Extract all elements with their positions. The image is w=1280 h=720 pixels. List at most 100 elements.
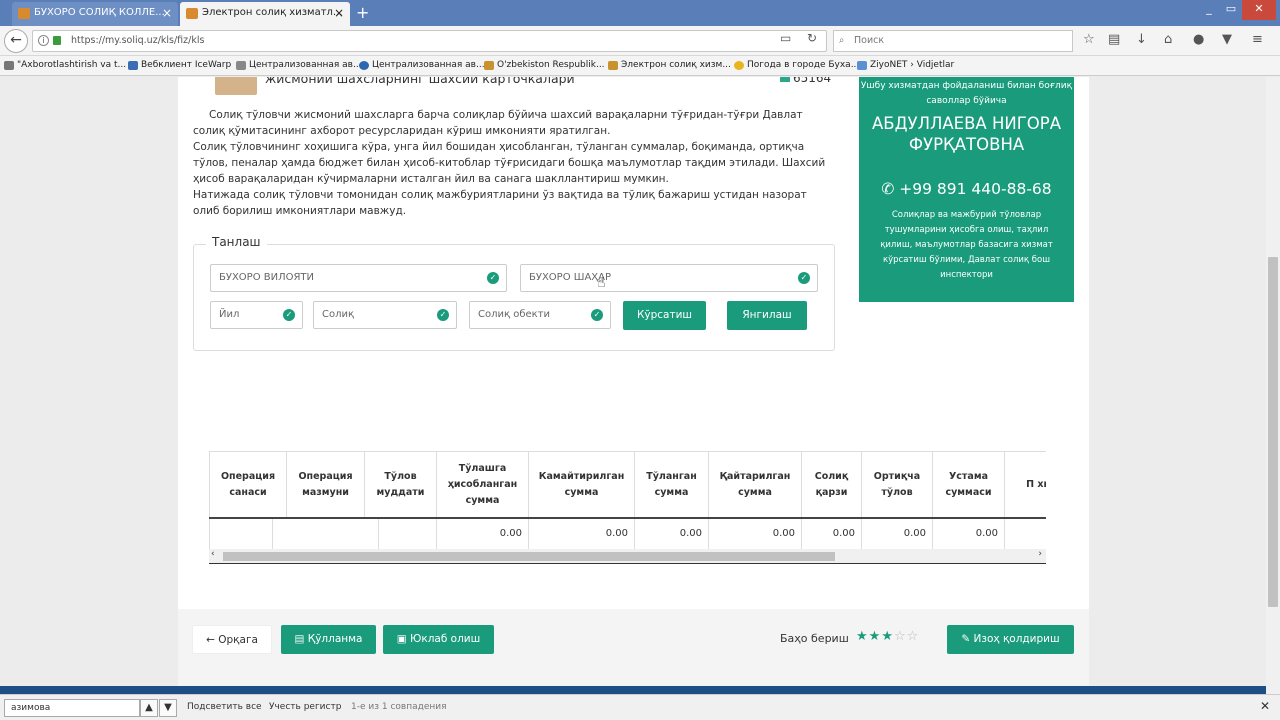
restore-icon[interactable]: ▭ bbox=[1220, 0, 1242, 20]
page-title: жисмонии шахсларнинг шахсий карточкалари bbox=[265, 77, 575, 86]
download-label: Юклаб олиш bbox=[410, 633, 481, 645]
scrollbar-thumb[interactable] bbox=[223, 552, 835, 561]
lock-icon bbox=[53, 36, 61, 45]
bookmark-item[interactable]: ZiyoNET › Vidjetlar bbox=[857, 56, 954, 75]
sun-icon bbox=[734, 61, 744, 70]
rate-label: Баҳо бериш bbox=[780, 632, 849, 645]
bookmark-item[interactable]: Электрон солиқ хизм... bbox=[608, 56, 731, 75]
tab-soliq-service[interactable]: Электрон солиқ хизматл... × bbox=[180, 2, 350, 26]
search-icon: ⌕ bbox=[839, 35, 845, 46]
table-header: Операция санаси bbox=[209, 451, 287, 517]
find-next-icon[interactable]: ▼ bbox=[159, 699, 177, 717]
manual-label: Қўлланма bbox=[307, 633, 363, 645]
contact-phone: ✆ +99 891 440-88-68 bbox=[881, 180, 1052, 198]
info-icon[interactable]: i bbox=[38, 35, 49, 46]
reader-view-icon[interactable]: ▭ bbox=[780, 31, 791, 45]
minimize-icon[interactable]: _ bbox=[1198, 0, 1220, 20]
close-find-icon[interactable]: ✕ bbox=[1260, 699, 1270, 713]
back-label: Орқага bbox=[218, 634, 258, 646]
scroll-right-icon[interactable]: › bbox=[1038, 549, 1042, 559]
leave-comment-button[interactable]: ✎ Изоҳ қолдириш bbox=[947, 625, 1074, 654]
back-arrow-icon[interactable]: ← bbox=[4, 29, 28, 53]
bookmarks-list-icon[interactable]: ▤ bbox=[1108, 32, 1120, 47]
bookmark-item[interactable]: Вебклиент IceWarp bbox=[128, 56, 231, 75]
bookmark-item[interactable]: Централизованная ав... bbox=[359, 56, 485, 75]
contact-name: АБДУЛЛАЕВА НИГОРА ФУРҚАТОВНА bbox=[872, 114, 1061, 154]
region-select[interactable]: БУХОРО ВИЛОЯТИ ✓ bbox=[210, 264, 507, 292]
match-case-toggle[interactable]: Учесть регистр bbox=[269, 702, 341, 712]
find-previous-icon[interactable]: ▲ bbox=[140, 699, 158, 717]
tab-title: БУХОРО СОЛИҚ КОЛЛЕ... bbox=[34, 7, 165, 18]
manual-button[interactable]: ▤ Қўлланма bbox=[281, 625, 376, 654]
highlight-all-toggle[interactable]: Подсветить все bbox=[187, 702, 262, 712]
table-cell: 0.00 bbox=[529, 519, 635, 549]
page-content: жисмонии шахсларнинг шахсий карточкалари… bbox=[0, 77, 1266, 686]
star-filled-icon[interactable]: ★ bbox=[869, 629, 882, 644]
close-window-icon[interactable]: ✕ bbox=[1242, 0, 1276, 20]
year-select[interactable]: Йил ✓ bbox=[210, 301, 303, 329]
bookmarks-bar: "Axborotlashtirish va t... Вебклиент Ice… bbox=[0, 56, 1280, 76]
description-paragraph: Солиқ тўловчи жисмоний шахсларга барча с… bbox=[193, 109, 803, 137]
scroll-left-icon[interactable]: ‹ bbox=[211, 549, 215, 559]
download-icon[interactable]: ↓ bbox=[1136, 32, 1147, 47]
description-paragraph: Натижада солиқ тўловчи томонидан солиқ м… bbox=[193, 189, 807, 217]
site-favicon-icon bbox=[18, 8, 30, 19]
bookmark-item[interactable]: "Axborotlashtirish va t... bbox=[4, 56, 126, 75]
bookmark-item[interactable]: O'zbekiston Respublik... bbox=[484, 56, 605, 75]
bookmark-star-icon[interactable]: ☆ bbox=[1083, 32, 1095, 47]
table-header: Камайтирилган сумма bbox=[529, 451, 635, 517]
table-cell bbox=[273, 519, 379, 549]
page-vertical-scrollbar[interactable] bbox=[1266, 77, 1280, 686]
bookmark-item[interactable]: Централизованная ав... bbox=[236, 56, 362, 75]
bookmark-icon bbox=[857, 61, 867, 70]
table-cell: 0.00 bbox=[635, 519, 709, 549]
new-tab-icon[interactable]: + bbox=[356, 2, 369, 24]
rating-stars[interactable]: ★★★☆☆ bbox=[856, 629, 919, 644]
tab-buxoro-college[interactable]: БУХОРО СОЛИҚ КОЛЛЕ... × bbox=[12, 2, 178, 26]
scrollbar-thumb[interactable] bbox=[1268, 257, 1278, 607]
tab-close-icon[interactable]: × bbox=[334, 2, 344, 24]
mail-icon bbox=[128, 61, 138, 70]
table-cell bbox=[379, 519, 437, 549]
refresh-button[interactable]: Янгилаш bbox=[727, 301, 807, 330]
chevron-down-icon: ✓ bbox=[798, 272, 810, 284]
download-button[interactable]: ▣ Юклаб олиш bbox=[383, 625, 494, 654]
chat-icon[interactable]: ● bbox=[1193, 32, 1204, 47]
chevron-down-icon: ✓ bbox=[487, 272, 499, 284]
tax-select[interactable]: Солиқ ✓ bbox=[313, 301, 457, 329]
city-select[interactable]: БУХОРО ШАҲАР ✓ bbox=[520, 264, 818, 292]
chart-icon bbox=[780, 77, 790, 82]
chevron-down-icon: ✓ bbox=[283, 309, 295, 321]
table-horizontal-scrollbar[interactable]: ‹ › bbox=[209, 549, 1046, 564]
table-cell bbox=[1005, 519, 1046, 549]
tab-close-icon[interactable]: × bbox=[162, 2, 172, 24]
star-empty-icon[interactable]: ☆ bbox=[907, 629, 920, 644]
arrow-left-icon: ← bbox=[206, 634, 219, 646]
table-cell bbox=[209, 519, 273, 549]
hand-cursor-icon: ☝ bbox=[597, 275, 606, 291]
tax-value: Солиқ bbox=[322, 309, 355, 320]
url-bar[interactable]: i https://my.soliq.uz/kls/fiz/kls bbox=[32, 30, 827, 52]
edit-icon: ✎ bbox=[961, 633, 974, 645]
search-input[interactable]: ⌕ Поиск bbox=[833, 30, 1073, 52]
table-header: Солиқ қарзи bbox=[802, 451, 862, 517]
table-header: П хисоб д bbox=[1005, 451, 1046, 517]
pocket-icon[interactable]: ▼ bbox=[1222, 32, 1232, 47]
url-text: https://my.soliq.uz/kls/fiz/kls bbox=[71, 35, 205, 46]
show-button[interactable]: Кўрсатиш bbox=[623, 301, 706, 330]
reload-icon[interactable]: ↻ bbox=[807, 31, 817, 45]
star-filled-icon[interactable]: ★ bbox=[856, 629, 869, 644]
menu-icon[interactable]: ≡ bbox=[1252, 32, 1263, 47]
back-button[interactable]: ← Орқага bbox=[192, 625, 272, 654]
bookmark-item[interactable]: Погода в городе Буха... bbox=[734, 56, 859, 75]
home-icon[interactable]: ⌂ bbox=[1164, 32, 1172, 47]
star-filled-icon[interactable]: ★ bbox=[881, 629, 894, 644]
table-header: Тўлашга ҳисобланган сумма bbox=[437, 451, 529, 517]
star-empty-icon[interactable]: ☆ bbox=[894, 629, 907, 644]
chevron-down-icon: ✓ bbox=[437, 309, 449, 321]
tax-object-select[interactable]: Солиқ обекти ✓ bbox=[469, 301, 611, 329]
filter-legend: Танлаш bbox=[206, 235, 267, 249]
table-cell: 0.00 bbox=[933, 519, 1005, 549]
find-input[interactable]: азимова bbox=[4, 699, 140, 717]
globe-icon bbox=[359, 61, 369, 70]
